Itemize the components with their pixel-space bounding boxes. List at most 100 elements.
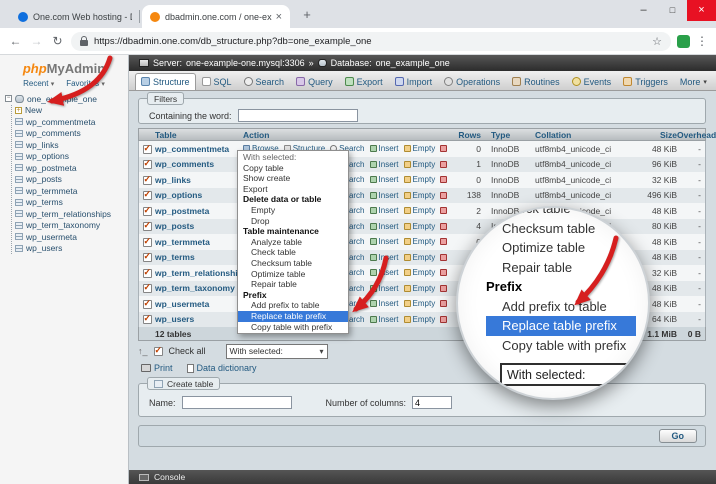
row-checkbox[interactable] bbox=[143, 207, 152, 216]
table-name-link[interactable]: wp_posts bbox=[155, 221, 243, 231]
tab-operations[interactable]: Operations bbox=[438, 73, 506, 90]
drop-action[interactable]: Drop bbox=[440, 222, 449, 231]
tab-routines[interactable]: Routines bbox=[506, 73, 566, 90]
data-dictionary-link[interactable]: Data dictionary bbox=[187, 363, 257, 373]
sidebar-new-table-item[interactable]: + New bbox=[15, 105, 128, 117]
containing-word-input[interactable] bbox=[238, 109, 358, 122]
insert-action[interactable]: Insert bbox=[370, 253, 399, 262]
sidebar-table-item[interactable]: wp_links bbox=[15, 139, 128, 151]
sidebar-table-item[interactable]: wp_comments bbox=[15, 128, 128, 140]
menu-item-add-prefix[interactable]: Add prefix to table bbox=[238, 300, 348, 311]
empty-action[interactable]: Empty bbox=[404, 315, 436, 324]
browser-menu-icon[interactable]: ⋮ bbox=[696, 34, 708, 48]
insert-action[interactable]: Insert bbox=[370, 315, 399, 324]
sidebar-table-item[interactable]: wp_term_relationships bbox=[15, 208, 128, 220]
menu-item-copy-table[interactable]: Copy table bbox=[238, 163, 348, 174]
close-button[interactable]: × bbox=[687, 0, 716, 21]
row-checkbox[interactable] bbox=[143, 145, 152, 154]
recent-dropdown[interactable]: Recent ▾ bbox=[23, 79, 54, 88]
menu-item-empty[interactable]: Empty bbox=[238, 205, 348, 216]
drop-action[interactable]: Drop bbox=[440, 175, 449, 184]
go-button[interactable]: Go bbox=[659, 429, 698, 443]
row-checkbox[interactable] bbox=[143, 238, 152, 247]
insert-action[interactable]: Insert bbox=[370, 237, 399, 246]
empty-action[interactable]: Empty bbox=[404, 191, 436, 200]
menu-item-copy-table-with-prefix[interactable]: Copy table with prefix bbox=[238, 322, 348, 333]
sidebar-table-item[interactable]: wp_postmeta bbox=[15, 162, 128, 174]
table-name-link[interactable]: wp_term_relationships bbox=[155, 268, 243, 278]
empty-action[interactable]: Empty bbox=[404, 284, 436, 293]
sidebar-table-item[interactable]: wp_usermeta bbox=[15, 231, 128, 243]
server-name-link[interactable]: one-example-one.mysql:3306 bbox=[186, 58, 305, 68]
tab-query[interactable]: Query bbox=[290, 73, 339, 90]
table-name-link[interactable]: wp_terms bbox=[155, 252, 243, 262]
empty-action[interactable]: Empty bbox=[404, 253, 436, 262]
tab-sql[interactable]: SQL bbox=[196, 73, 238, 90]
header-rows[interactable]: Rows bbox=[449, 130, 483, 140]
sidebar-table-item[interactable]: wp_termmeta bbox=[15, 185, 128, 197]
menu-item-export[interactable]: Export bbox=[238, 184, 348, 195]
menu-item-drop[interactable]: Drop bbox=[238, 216, 348, 227]
drop-action[interactable]: Drop bbox=[440, 268, 449, 277]
sidebar-database-item[interactable]: − one_example_one bbox=[5, 93, 128, 105]
tab-close-icon[interactable]: × bbox=[276, 11, 282, 23]
insert-action[interactable]: Insert bbox=[370, 144, 399, 153]
browser-tab-onecom[interactable]: One.com Web hosting - Doma... bbox=[10, 5, 140, 28]
insert-action[interactable]: Insert bbox=[370, 222, 399, 231]
check-all-checkbox[interactable] bbox=[154, 347, 163, 356]
tab-events[interactable]: Events bbox=[566, 73, 618, 90]
drop-action[interactable]: Drop bbox=[440, 191, 449, 200]
sidebar-table-item[interactable]: wp_commentmeta bbox=[15, 116, 128, 128]
extension-icon[interactable] bbox=[677, 35, 690, 48]
tab-export[interactable]: Export bbox=[339, 73, 389, 90]
sidebar-table-item[interactable]: wp_options bbox=[15, 151, 128, 163]
filters-legend[interactable]: Filters bbox=[147, 92, 184, 105]
table-name-link[interactable]: wp_commentmeta bbox=[155, 144, 243, 154]
menu-item-optimize-table[interactable]: Optimize table bbox=[238, 269, 348, 280]
drop-action[interactable]: Drop bbox=[440, 206, 449, 215]
header-collation[interactable]: Collation bbox=[529, 130, 633, 140]
header-size[interactable]: Size bbox=[633, 130, 677, 140]
menu-item-replace-table-prefix[interactable]: Replace table prefix bbox=[238, 311, 348, 322]
empty-action[interactable]: Empty bbox=[404, 175, 436, 184]
insert-action[interactable]: Insert bbox=[370, 160, 399, 169]
sidebar-table-item[interactable]: wp_users bbox=[15, 243, 128, 255]
reload-icon[interactable]: ↻ bbox=[50, 34, 65, 48]
empty-action[interactable]: Empty bbox=[404, 268, 436, 277]
empty-action[interactable]: Empty bbox=[404, 206, 436, 215]
drop-action[interactable]: Drop bbox=[440, 237, 449, 246]
empty-action[interactable]: Empty bbox=[404, 222, 436, 231]
insert-action[interactable]: Insert bbox=[370, 175, 399, 184]
menu-item-analyze-table[interactable]: Analyze table bbox=[238, 237, 348, 248]
menu-item-check-table[interactable]: Check table bbox=[238, 247, 348, 258]
table-name-link[interactable]: wp_users bbox=[155, 314, 243, 324]
row-checkbox[interactable] bbox=[143, 176, 152, 185]
menu-item-repair-table[interactable]: Repair table bbox=[238, 279, 348, 290]
tab-search[interactable]: Search bbox=[238, 73, 291, 90]
row-checkbox[interactable] bbox=[143, 253, 152, 262]
table-name-link[interactable]: wp_usermeta bbox=[155, 299, 243, 309]
new-tab-button[interactable]: + bbox=[298, 7, 316, 25]
header-type[interactable]: Type bbox=[483, 130, 529, 140]
columns-count-input[interactable] bbox=[412, 396, 452, 409]
menu-item-show-create[interactable]: Show create bbox=[238, 173, 348, 184]
table-name-link[interactable]: wp_postmeta bbox=[155, 206, 243, 216]
header-table[interactable]: Table bbox=[155, 130, 243, 140]
console-bar[interactable]: Console bbox=[129, 470, 716, 484]
drop-action[interactable]: Drop bbox=[440, 299, 449, 308]
header-overhead[interactable]: Overhead bbox=[677, 130, 716, 140]
forward-icon[interactable]: → bbox=[29, 34, 44, 48]
back-icon[interactable]: ← bbox=[8, 34, 23, 48]
tab-structure[interactable]: Structure bbox=[135, 73, 196, 90]
empty-action[interactable]: Empty bbox=[404, 237, 436, 246]
minimize-button[interactable]: – bbox=[629, 0, 658, 21]
row-checkbox[interactable] bbox=[143, 284, 152, 293]
tab-triggers[interactable]: Triggers bbox=[617, 73, 674, 90]
table-name-link[interactable]: wp_comments bbox=[155, 159, 243, 169]
sidebar-table-item[interactable]: wp_term_taxonomy bbox=[15, 220, 128, 232]
empty-action[interactable]: Empty bbox=[404, 299, 436, 308]
row-checkbox[interactable] bbox=[143, 222, 152, 231]
insert-action[interactable]: Insert bbox=[370, 268, 399, 277]
with-selected-select[interactable]: With selected: ▾ bbox=[226, 344, 328, 359]
drop-action[interactable]: Drop bbox=[440, 144, 449, 153]
